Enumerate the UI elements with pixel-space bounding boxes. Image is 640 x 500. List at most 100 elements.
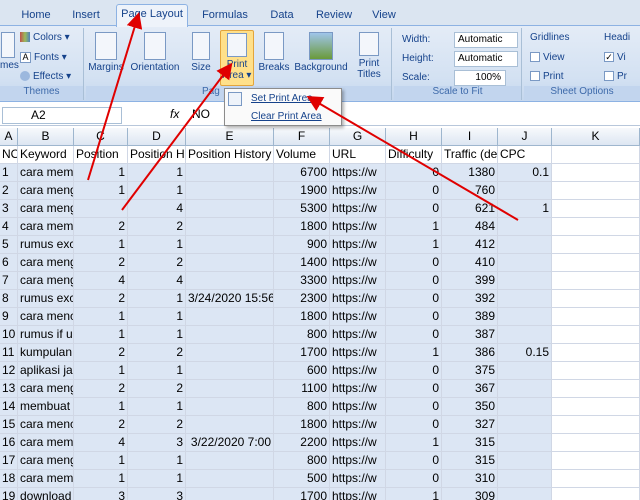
header-cell[interactable]: Keyword <box>18 146 74 164</box>
table-cell[interactable] <box>498 470 552 488</box>
table-cell[interactable]: 2 <box>74 380 128 398</box>
table-cell[interactable]: 0 <box>386 380 442 398</box>
table-cell[interactable]: 1 <box>128 452 186 470</box>
table-cell[interactable]: 2 <box>74 218 128 236</box>
print-titles-button[interactable]: Print Titles <box>352 32 386 80</box>
table-cell[interactable] <box>552 182 640 200</box>
table-cell[interactable] <box>552 290 640 308</box>
table-cell[interactable]: 10 <box>0 326 18 344</box>
table-cell[interactable]: cara meng <box>18 380 74 398</box>
table-cell[interactable]: rumus exc <box>18 236 74 254</box>
table-cell[interactable]: 800 <box>274 398 330 416</box>
table-cell[interactable]: 2 <box>74 290 128 308</box>
table-cell[interactable]: 1 <box>74 182 128 200</box>
table-cell[interactable]: 1 <box>128 308 186 326</box>
width-combo[interactable]: Automatic <box>454 32 518 48</box>
table-cell[interactable]: rumus if u <box>18 326 74 344</box>
table-cell[interactable]: 1 <box>0 164 18 182</box>
table-cell[interactable] <box>186 416 274 434</box>
header-cell[interactable]: Traffic (de <box>442 146 498 164</box>
column-header[interactable]: K <box>552 128 640 146</box>
table-cell[interactable]: cara meng <box>18 254 74 272</box>
table-cell[interactable]: 0 <box>386 326 442 344</box>
table-cell[interactable]: 16 <box>0 434 18 452</box>
table-cell[interactable]: 0 <box>386 182 442 200</box>
table-cell[interactable]: 1400 <box>274 254 330 272</box>
table-cell[interactable]: 2 <box>128 344 186 362</box>
table-cell[interactable]: cara meng <box>18 272 74 290</box>
table-cell[interactable] <box>498 290 552 308</box>
table-cell[interactable] <box>186 236 274 254</box>
table-cell[interactable]: 0 <box>386 308 442 326</box>
clear-print-area-item[interactable]: Clear Print Area <box>251 111 322 122</box>
table-cell[interactable]: aplikasi ja <box>18 362 74 380</box>
column-header[interactable]: H <box>386 128 442 146</box>
table-cell[interactable]: 1 <box>128 182 186 200</box>
headings-print-checkbox[interactable]: Pr <box>604 71 627 82</box>
table-cell[interactable] <box>498 380 552 398</box>
table-cell[interactable]: 399 <box>442 272 498 290</box>
header-cell[interactable]: Difficulty <box>386 146 442 164</box>
table-cell[interactable]: 9 <box>0 308 18 326</box>
table-cell[interactable]: 1 <box>74 398 128 416</box>
column-header[interactable]: D <box>128 128 186 146</box>
table-cell[interactable]: https://w <box>330 416 386 434</box>
table-cell[interactable]: 621 <box>442 200 498 218</box>
table-cell[interactable]: 12 <box>0 362 18 380</box>
header-cell[interactable]: Position H <box>128 146 186 164</box>
table-cell[interactable]: download <box>18 488 74 500</box>
column-header[interactable]: A <box>0 128 18 146</box>
table-cell[interactable]: 1700 <box>274 344 330 362</box>
table-cell[interactable]: 8 <box>0 290 18 308</box>
header-cell[interactable]: CPC <box>498 146 552 164</box>
table-cell[interactable]: 6 <box>0 254 18 272</box>
table-cell[interactable]: 5300 <box>274 200 330 218</box>
table-cell[interactable]: 0 <box>386 164 442 182</box>
table-cell[interactable]: 14 <box>0 398 18 416</box>
table-cell[interactable]: https://w <box>330 398 386 416</box>
header-cell[interactable]: URL <box>330 146 386 164</box>
table-cell[interactable]: 1 <box>386 344 442 362</box>
table-cell[interactable]: 1 <box>498 200 552 218</box>
table-cell[interactable]: 900 <box>274 236 330 254</box>
table-cell[interactable]: https://w <box>330 344 386 362</box>
table-cell[interactable]: 1 <box>128 362 186 380</box>
table-cell[interactable]: membuat <box>18 398 74 416</box>
table-cell[interactable] <box>552 344 640 362</box>
table-cell[interactable]: cara mem <box>18 470 74 488</box>
table-cell[interactable]: 1800 <box>274 218 330 236</box>
breaks-button[interactable]: Breaks <box>258 32 290 73</box>
table-cell[interactable]: 2 <box>128 380 186 398</box>
table-cell[interactable]: 4 <box>128 272 186 290</box>
table-cell[interactable]: https://w <box>330 452 386 470</box>
table-cell[interactable]: 0 <box>386 290 442 308</box>
column-header[interactable]: F <box>274 128 330 146</box>
header-cell[interactable]: Position History <box>186 146 274 164</box>
table-cell[interactable]: 13 <box>0 380 18 398</box>
headings-view-checkbox[interactable]: ✓ Vi <box>604 52 626 63</box>
tab-formulas[interactable]: Formulas <box>196 6 254 26</box>
table-cell[interactable]: 2200 <box>274 434 330 452</box>
print-area-button[interactable]: Print Area ▾ <box>220 30 254 86</box>
table-cell[interactable]: 309 <box>442 488 498 500</box>
table-cell[interactable] <box>186 380 274 398</box>
table-cell[interactable]: https://w <box>330 272 386 290</box>
table-cell[interactable] <box>186 398 274 416</box>
table-cell[interactable]: 2 <box>128 416 186 434</box>
table-cell[interactable]: https://w <box>330 308 386 326</box>
table-cell[interactable]: cara menc <box>18 416 74 434</box>
fx-icon[interactable]: fx <box>170 107 179 121</box>
colors-button[interactable]: Colors ▾ <box>20 32 70 43</box>
table-cell[interactable]: 0.1 <box>498 164 552 182</box>
table-cell[interactable]: cara mem <box>18 164 74 182</box>
table-cell[interactable]: cara meng <box>18 452 74 470</box>
table-cell[interactable]: rumus exc <box>18 290 74 308</box>
table-cell[interactable] <box>552 308 640 326</box>
table-cell[interactable]: 1 <box>386 488 442 500</box>
table-cell[interactable]: 1 <box>74 362 128 380</box>
tab-data[interactable]: Data <box>262 6 302 26</box>
header-cell[interactable]: Volume <box>274 146 330 164</box>
table-cell[interactable]: 1 <box>386 218 442 236</box>
table-cell[interactable] <box>552 200 640 218</box>
table-cell[interactable]: 1 <box>128 164 186 182</box>
